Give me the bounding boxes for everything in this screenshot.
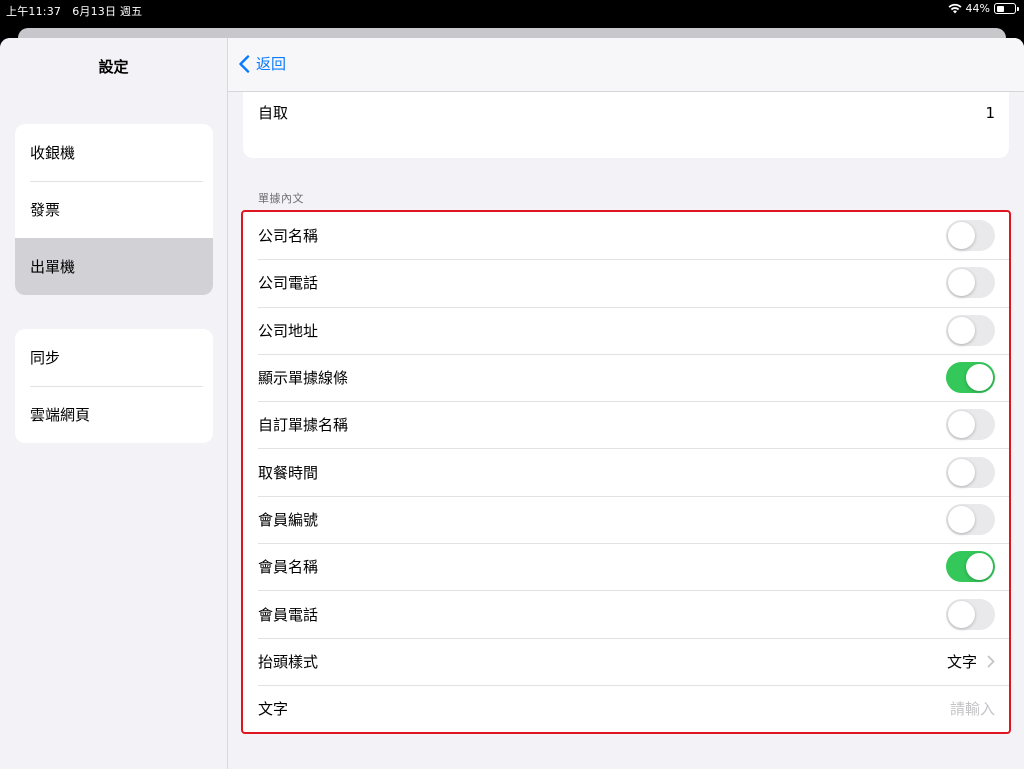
row-label: 顯示單據線條 — [258, 369, 349, 388]
receipt-content-card: 公司名稱 公司電話 公司地址 顯示單據線條 自訂單據名稱 取餐時間 會員編號 會… — [241, 210, 1011, 734]
back-button[interactable]: 返回 — [238, 53, 286, 74]
toggle-row-company-name: 公司名稱 — [243, 212, 1009, 259]
sidebar-item-label: 發票 — [30, 201, 61, 219]
member-name-toggle[interactable] — [946, 551, 995, 583]
row-label: 文字 — [258, 700, 289, 719]
row-label: 公司名稱 — [258, 227, 319, 246]
sidebar-item-cashier[interactable]: 收銀機 — [15, 124, 213, 181]
section-header: 單據內文 — [258, 192, 304, 205]
row-label: 公司地址 — [258, 321, 319, 340]
list-item[interactable]: 自取 1 — [243, 89, 1009, 136]
battery-percent: 44% — [965, 2, 990, 15]
receipt-lines-toggle[interactable] — [946, 362, 995, 394]
row-label: 會員電話 — [258, 605, 319, 624]
status-right: 44% — [948, 2, 1019, 15]
settings-sheet: 設定 收銀機 發票 出單機 同步 雲端網頁 返回 外送 1 自取 1 — [0, 38, 1024, 769]
header-style-value: 文字 — [946, 652, 977, 671]
toggle-row-member-name: 會員名稱 — [243, 543, 1009, 590]
sidebar-item-cloud-web[interactable]: 雲端網頁 — [15, 386, 213, 443]
row-value: 1 — [985, 103, 995, 122]
sidebar-title: 設定 — [98, 58, 129, 76]
row-label: 會員編號 — [258, 510, 319, 529]
sidebar-group-2: 同步 雲端網頁 — [15, 329, 213, 443]
row-label: 取餐時間 — [258, 463, 319, 482]
row-trailing: 文字 — [947, 651, 995, 672]
toggle-row-company-phone: 公司電話 — [243, 259, 1009, 306]
sidebar-item-sync[interactable]: 同步 — [15, 329, 213, 386]
toggle-row-member-phone: 會員電話 — [243, 590, 1009, 637]
text-input-row: 文字 請輸入 — [243, 684, 1009, 732]
toggle-row-member-id: 會員編號 — [243, 495, 1009, 543]
pickup-time-toggle[interactable] — [946, 456, 995, 488]
text-input[interactable]: 請輸入 — [950, 698, 995, 719]
chevron-left-icon — [239, 54, 250, 73]
row-label: 自取 — [258, 104, 289, 122]
custom-receipt-name-toggle[interactable] — [946, 409, 995, 441]
sidebar: 設定 收銀機 發票 出單機 同步 雲端網頁 — [0, 38, 227, 769]
toggle-row-pickup-time: 取餐時間 — [243, 448, 1009, 495]
nav-bar: 返回 — [228, 38, 1024, 92]
sidebar-item-invoice[interactable]: 發票 — [15, 181, 213, 238]
toggle-row-custom-receipt-name: 自訂單據名稱 — [243, 401, 1009, 448]
sidebar-item-printer[interactable]: 出單機 — [15, 238, 213, 295]
company-phone-toggle[interactable] — [946, 267, 995, 299]
header-style-row[interactable]: 抬頭樣式 文字 — [243, 637, 1009, 685]
member-phone-toggle[interactable] — [946, 598, 995, 630]
member-id-toggle[interactable] — [946, 503, 995, 535]
toggle-row-receipt-lines: 顯示單據線條 — [243, 353, 1009, 401]
status-bar: 上午11:37 6月13日 週五 44% — [0, 0, 1024, 20]
chevron-right-icon — [987, 655, 995, 668]
company-name-toggle[interactable] — [946, 220, 995, 252]
wifi-icon — [948, 3, 962, 14]
sidebar-item-label: 同步 — [30, 349, 61, 367]
sidebar-group-1: 收銀機 發票 出單機 — [15, 124, 213, 295]
company-address-toggle[interactable] — [946, 314, 995, 346]
row-label: 抬頭樣式 — [258, 652, 319, 671]
sidebar-item-label: 收銀機 — [30, 144, 76, 162]
row-label: 自訂單據名稱 — [258, 416, 349, 435]
row-label: 公司電話 — [258, 274, 319, 293]
sidebar-item-label: 出單機 — [30, 258, 76, 276]
row-label: 會員名稱 — [258, 558, 319, 577]
back-label: 返回 — [256, 55, 287, 73]
toggle-row-company-address: 公司地址 — [243, 306, 1009, 354]
battery-icon — [994, 3, 1019, 14]
detail-pane: 返回 外送 1 自取 1 單據內文 公司名稱 公司電話 公 — [228, 38, 1024, 769]
sidebar-item-label: 雲端網頁 — [30, 406, 91, 424]
status-time: 上午11:37 6月13日 週五 — [6, 5, 143, 18]
